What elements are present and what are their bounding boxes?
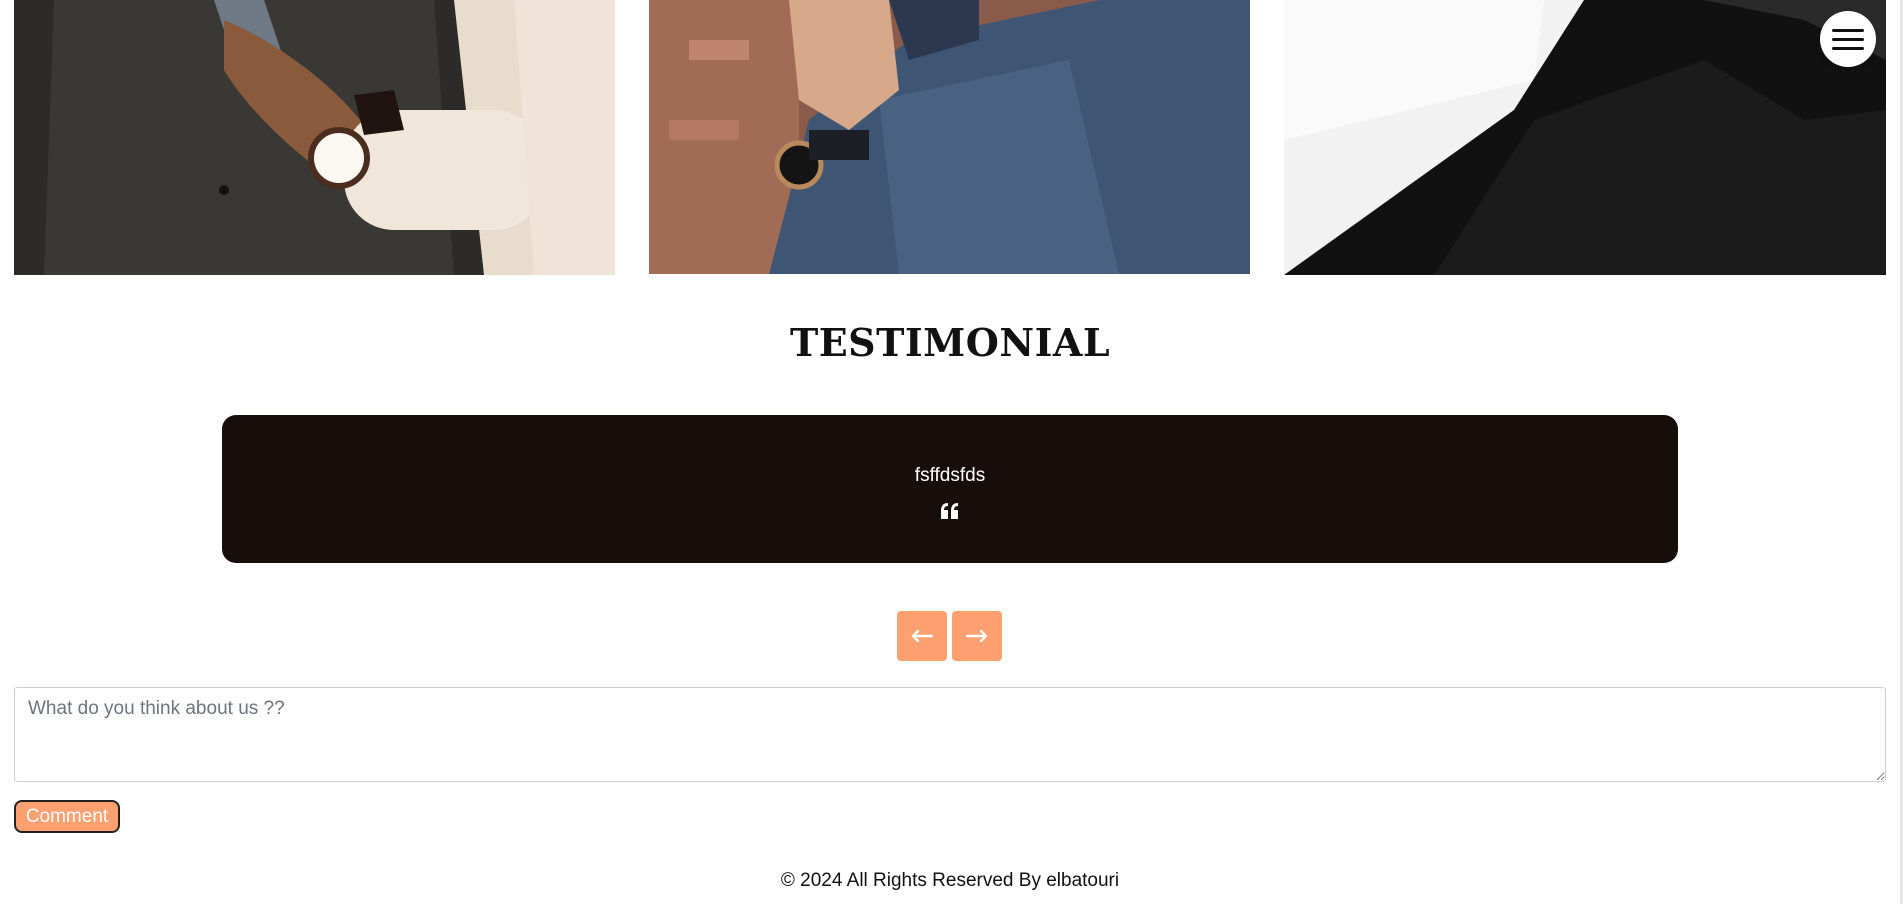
menu-bar-bottom (1832, 46, 1864, 50)
menu-bar-middle (1832, 37, 1864, 41)
testimonial-card: fsffdsfds (222, 415, 1678, 563)
menu-bar-top (1832, 28, 1864, 32)
comment-submit-button[interactable]: Comment (14, 800, 120, 833)
footer-copyright: © 2024 All Rights Reserved By elbatouri (780, 870, 1120, 891)
arrow-left-icon (911, 630, 933, 642)
arrow-right-icon (966, 630, 988, 642)
carousel-prev-button[interactable] (897, 611, 947, 661)
quote-icon (941, 503, 958, 519)
hamburger-menu-icon[interactable] (1820, 11, 1876, 67)
comment-textarea[interactable] (14, 687, 1886, 782)
black-shirt-photo (1284, 0, 1886, 275)
section-title: TESTIMONIAL (789, 320, 1111, 365)
testimonial-quote-text: fsffdsfds (914, 465, 986, 486)
denim-shirt-watch-photo (649, 0, 1250, 274)
suit-vest-watch-photo (14, 0, 615, 275)
photo-gallery (0, 0, 1903, 275)
carousel-next-button[interactable] (952, 611, 1002, 661)
